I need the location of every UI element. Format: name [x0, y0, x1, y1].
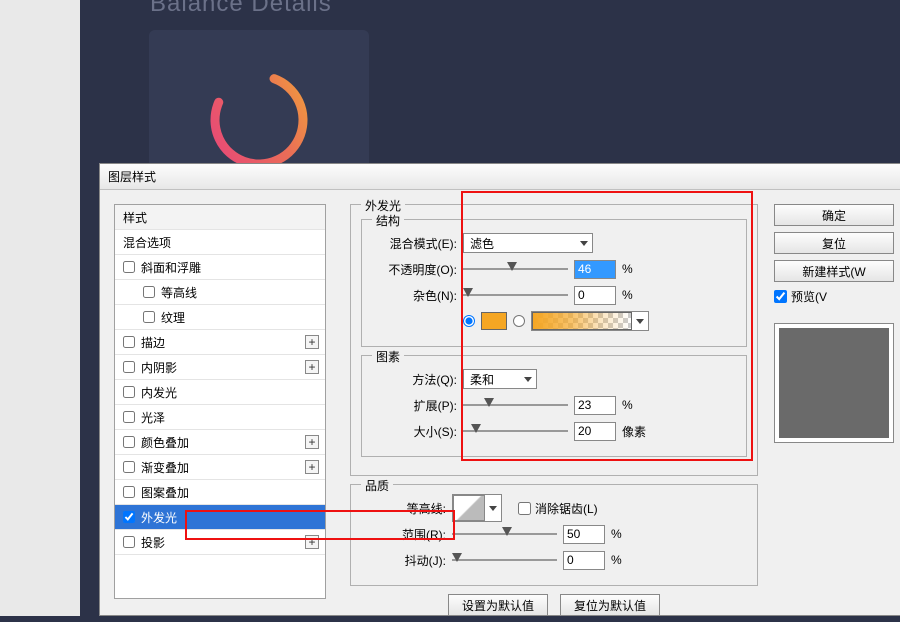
bevel-checkbox[interactable]: [123, 261, 135, 273]
list-item-blend-options[interactable]: 混合选项: [115, 230, 325, 255]
ok-button[interactable]: 确定: [774, 204, 894, 226]
list-item-satin[interactable]: 光泽: [115, 405, 325, 430]
inner-shadow-checkbox[interactable]: [123, 361, 135, 373]
outer-glow-checkbox[interactable]: [123, 511, 135, 523]
elements-legend: 图素: [372, 348, 404, 365]
structure-legend: 结构: [372, 212, 404, 229]
list-item-inner-glow[interactable]: 内发光: [115, 380, 325, 405]
list-item-outer-glow[interactable]: 外发光: [115, 505, 325, 530]
add-stroke-icon[interactable]: +: [305, 335, 319, 349]
list-item-contour[interactable]: 等高线: [115, 280, 325, 305]
outer-glow-fieldset: 外发光 结构 混合模式(E): 滤色 不透明度(O): 46 % 杂色(N):: [350, 204, 758, 476]
preview-checkbox[interactable]: [774, 290, 787, 303]
color-radio[interactable]: [463, 315, 475, 327]
elements-fieldset: 图素 方法(Q): 柔和 扩展(P): 23 % 大小(S): 20: [361, 355, 747, 457]
quality-fieldset: 品质 等高线: 消除锯齿(L) 范围(R): 50 % 抖动(J):: [350, 484, 758, 586]
new-style-button[interactable]: 新建样式(W: [774, 260, 894, 282]
technique-select[interactable]: 柔和: [463, 369, 537, 389]
blend-mode-select[interactable]: 滤色: [463, 233, 593, 253]
range-label: 范围(R):: [361, 526, 446, 543]
antialias-checkbox[interactable]: [518, 502, 531, 515]
spread-unit: %: [622, 398, 633, 412]
opacity-slider[interactable]: [463, 260, 568, 278]
cancel-button[interactable]: 复位: [774, 232, 894, 254]
styles-header[interactable]: 样式: [115, 205, 325, 230]
inner-glow-checkbox[interactable]: [123, 386, 135, 398]
list-item-drop-shadow[interactable]: 投影+: [115, 530, 325, 555]
antialias-label: 消除锯齿(L): [535, 500, 598, 517]
jitter-input[interactable]: 0: [563, 551, 605, 570]
contour-label: 等高线:: [361, 500, 446, 517]
preview-box: [774, 323, 894, 443]
add-gradient-overlay-icon[interactable]: +: [305, 460, 319, 474]
jitter-unit: %: [611, 553, 622, 567]
opacity-label: 不透明度(O):: [372, 261, 457, 278]
range-unit: %: [611, 527, 622, 541]
list-item-gradient-overlay[interactable]: 渐变叠加+: [115, 455, 325, 480]
size-unit: 像素: [622, 423, 646, 440]
spread-label: 扩展(P):: [372, 397, 457, 414]
noise-slider[interactable]: [463, 286, 568, 304]
ring-graphic: [199, 60, 319, 180]
pattern-overlay-checkbox[interactable]: [123, 486, 135, 498]
size-slider[interactable]: [463, 422, 568, 440]
contour-checkbox[interactable]: [143, 286, 155, 298]
size-label: 大小(S):: [372, 423, 457, 440]
list-item-stroke[interactable]: 描边+: [115, 330, 325, 355]
range-slider[interactable]: [452, 525, 557, 543]
list-item-color-overlay[interactable]: 颜色叠加+: [115, 430, 325, 455]
background-title: Balance Details: [150, 0, 332, 18]
list-item-bevel[interactable]: 斜面和浮雕: [115, 255, 325, 280]
list-item-texture[interactable]: 纹理: [115, 305, 325, 330]
add-inner-shadow-icon[interactable]: +: [305, 360, 319, 374]
gradient-overlay-checkbox[interactable]: [123, 461, 135, 473]
noise-input[interactable]: 0: [574, 286, 616, 305]
quality-legend: 品质: [361, 477, 393, 494]
jitter-label: 抖动(J):: [361, 552, 446, 569]
preview-label: 预览(V: [791, 288, 827, 305]
spread-input[interactable]: 23: [574, 396, 616, 415]
layer-style-dialog: 图层样式 样式 混合选项 斜面和浮雕 等高线 纹理 描边+ 内阴影+ 内发光 光…: [99, 163, 900, 616]
contour-picker[interactable]: [452, 494, 502, 522]
technique-label: 方法(Q):: [372, 371, 457, 388]
opacity-unit: %: [622, 262, 633, 276]
drop-shadow-checkbox[interactable]: [123, 536, 135, 548]
spread-slider[interactable]: [463, 396, 568, 414]
texture-checkbox[interactable]: [143, 311, 155, 323]
structure-fieldset: 结构 混合模式(E): 滤色 不透明度(O): 46 % 杂色(N):: [361, 219, 747, 347]
styles-column: 样式 混合选项 斜面和浮雕 等高线 纹理 描边+ 内阴影+ 内发光 光泽 颜色叠…: [100, 190, 340, 615]
add-color-overlay-icon[interactable]: +: [305, 435, 319, 449]
range-input[interactable]: 50: [563, 525, 605, 544]
opacity-input[interactable]: 46: [574, 260, 616, 279]
dialog-titlebar[interactable]: 图层样式: [100, 164, 900, 190]
gradient-picker[interactable]: [531, 311, 649, 331]
stroke-checkbox[interactable]: [123, 336, 135, 348]
page-margin: [0, 0, 80, 616]
set-default-button[interactable]: 设置为默认值: [448, 594, 548, 616]
settings-column: 外发光 结构 混合模式(E): 滤色 不透明度(O): 46 % 杂色(N):: [340, 190, 768, 615]
color-overlay-checkbox[interactable]: [123, 436, 135, 448]
add-drop-shadow-icon[interactable]: +: [305, 535, 319, 549]
list-item-inner-shadow[interactable]: 内阴影+: [115, 355, 325, 380]
size-input[interactable]: 20: [574, 422, 616, 441]
reset-default-button[interactable]: 复位为默认值: [560, 594, 660, 616]
dialog-title: 图层样式: [108, 168, 156, 185]
color-swatch[interactable]: [481, 312, 507, 330]
noise-label: 杂色(N):: [372, 287, 457, 304]
gradient-radio[interactable]: [513, 315, 525, 327]
preview-swatch: [779, 328, 889, 438]
satin-checkbox[interactable]: [123, 411, 135, 423]
buttons-column: 确定 复位 新建样式(W 预览(V: [768, 190, 900, 615]
blend-mode-label: 混合模式(E):: [372, 235, 457, 252]
styles-listbox: 样式 混合选项 斜面和浮雕 等高线 纹理 描边+ 内阴影+ 内发光 光泽 颜色叠…: [114, 204, 326, 599]
noise-unit: %: [622, 288, 633, 302]
jitter-slider[interactable]: [452, 551, 557, 569]
list-item-pattern-overlay[interactable]: 图案叠加: [115, 480, 325, 505]
